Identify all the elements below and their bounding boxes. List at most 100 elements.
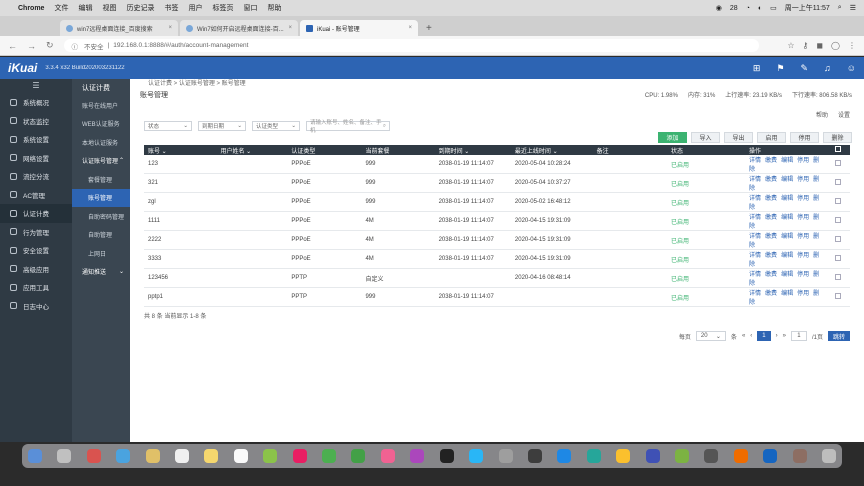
detail-link[interactable]: 详情 bbox=[749, 196, 761, 202]
tab-ikuai[interactable]: iKuai - 账号管理 × bbox=[300, 20, 418, 36]
search-input[interactable]: 请输入账号、姓名、备注、手机 ⌕ bbox=[306, 120, 390, 134]
profile-icon[interactable]: ◯ bbox=[831, 41, 840, 50]
app-icon-3[interactable] bbox=[645, 449, 660, 463]
sidebar-item-auth[interactable]: 认证计费 bbox=[0, 204, 72, 223]
col-last-online[interactable]: 最近上线时间 ⌄ bbox=[510, 145, 593, 155]
auth-type-filter[interactable]: 认证类型 ⌄ bbox=[252, 121, 300, 131]
appstore-icon[interactable] bbox=[469, 449, 484, 463]
facetime-icon[interactable] bbox=[351, 449, 366, 463]
pay-link[interactable]: 缴费 bbox=[765, 291, 777, 297]
app-icon-5[interactable] bbox=[733, 449, 748, 463]
sidebar-item-monitor[interactable]: 状态监控 bbox=[0, 112, 72, 131]
subnav-group-account[interactable]: 认证账号管理 ⌃ bbox=[72, 152, 130, 171]
disable-link[interactable]: 停用 bbox=[797, 291, 809, 297]
prev-page-icon[interactable]: ‹ bbox=[750, 333, 752, 339]
chrome-icon[interactable] bbox=[616, 449, 631, 463]
battery-icon[interactable]: ▭ bbox=[770, 4, 777, 12]
sidebar-item-behavior[interactable]: 行为管理 bbox=[0, 223, 72, 242]
detail-link[interactable]: 详情 bbox=[749, 291, 761, 297]
key-icon[interactable]: ⚷ bbox=[803, 41, 809, 50]
subnav-item-local-auth[interactable]: 本地认证服务 bbox=[72, 133, 130, 152]
import-button[interactable]: 导入 bbox=[691, 132, 720, 143]
mail-icon[interactable] bbox=[145, 449, 160, 463]
podcasts-icon[interactable] bbox=[410, 449, 425, 463]
reload-icon[interactable]: ↻ bbox=[46, 40, 54, 51]
detail-link[interactable]: 详情 bbox=[749, 215, 761, 221]
close-icon[interactable]: × bbox=[168, 25, 172, 31]
detail-link[interactable]: 详情 bbox=[749, 177, 761, 183]
subnav-group-notify[interactable]: 通知推送 ⌄ bbox=[72, 263, 130, 282]
subnav-item-self[interactable]: 自助管理 bbox=[72, 226, 130, 245]
app-icon-4[interactable] bbox=[704, 449, 719, 463]
more-icon[interactable]: ⋮ bbox=[848, 41, 856, 50]
detail-link[interactable]: 详情 bbox=[749, 234, 761, 240]
ikuai-logo[interactable]: iKuai bbox=[8, 61, 37, 75]
maps-icon[interactable] bbox=[263, 449, 278, 463]
photos-icon[interactable] bbox=[292, 449, 307, 463]
search-icon[interactable]: ⌕ bbox=[838, 4, 842, 12]
subnav-item-package[interactable]: 套餐管理 bbox=[72, 170, 130, 189]
pay-link[interactable]: 缴费 bbox=[765, 158, 777, 164]
sidebar-item-flow[interactable]: 流控分流 bbox=[0, 167, 72, 186]
col-expire[interactable]: 到期时间 ⌄ bbox=[434, 145, 511, 155]
sidebar-item-tools[interactable]: 应用工具 bbox=[0, 278, 72, 297]
warning-icon[interactable]: ⓘ bbox=[72, 41, 79, 51]
enable-button[interactable]: 启用 bbox=[757, 132, 786, 143]
settings-link[interactable]: 设置 bbox=[838, 110, 850, 119]
menu-people[interactable]: 用户 bbox=[188, 3, 202, 13]
detail-link[interactable]: 详情 bbox=[749, 158, 761, 164]
disable-link[interactable]: 停用 bbox=[797, 272, 809, 278]
extension-icon[interactable]: ◼ bbox=[816, 41, 823, 50]
pay-link[interactable]: 缴费 bbox=[765, 253, 777, 259]
detail-link[interactable]: 详情 bbox=[749, 253, 761, 259]
row-checkbox[interactable] bbox=[834, 293, 841, 299]
edit-link[interactable]: 编辑 bbox=[781, 291, 793, 297]
terminal-icon[interactable] bbox=[527, 449, 542, 463]
search-icon[interactable]: ⌕ bbox=[383, 123, 386, 130]
disable-link[interactable]: 停用 bbox=[797, 253, 809, 259]
close-icon[interactable]: × bbox=[408, 25, 412, 31]
edit-link[interactable]: 编辑 bbox=[781, 272, 793, 278]
subnav-item-selfpwd[interactable]: 自助密码管理 bbox=[72, 207, 130, 226]
delete-button[interactable]: 删除 bbox=[823, 132, 852, 143]
pay-link[interactable]: 缴费 bbox=[765, 196, 777, 202]
hamburger-icon[interactable]: ☰ bbox=[0, 79, 72, 93]
row-checkbox[interactable] bbox=[834, 255, 841, 261]
app-icon-6[interactable] bbox=[763, 449, 778, 463]
wifi-icon[interactable]: ◔ bbox=[746, 5, 750, 12]
menu-list-icon[interactable]: ☰ bbox=[850, 4, 856, 12]
tab-baidu[interactable]: win7远程桌面连接_百度搜索 × bbox=[60, 20, 178, 36]
menu-window[interactable]: 窗口 bbox=[243, 3, 257, 13]
wechat-icon[interactable]: ◉ bbox=[716, 4, 722, 12]
col-account[interactable]: 账号 ⌄ bbox=[144, 145, 217, 155]
detail-link[interactable]: 详情 bbox=[749, 272, 761, 278]
messages-icon[interactable] bbox=[322, 449, 337, 463]
jump-page-input[interactable]: 1 bbox=[790, 331, 807, 341]
finder-icon[interactable] bbox=[28, 449, 42, 463]
edit-link[interactable]: 编辑 bbox=[781, 158, 793, 164]
grid-icon[interactable]: ⊞ bbox=[753, 63, 761, 74]
trash-icon[interactable] bbox=[821, 449, 836, 463]
disable-button[interactable]: 停用 bbox=[790, 132, 819, 143]
launchpad-icon[interactable] bbox=[86, 449, 101, 463]
last-page-icon[interactable]: » bbox=[783, 333, 786, 339]
star-icon[interactable]: ☆ bbox=[787, 41, 794, 50]
edit-link[interactable]: 编辑 bbox=[781, 234, 793, 240]
reminders-icon[interactable] bbox=[233, 449, 248, 463]
pay-link[interactable]: 缴费 bbox=[765, 215, 777, 221]
user-icon[interactable]: ☺ bbox=[847, 63, 856, 74]
sidebar-item-ac[interactable]: AC管理 bbox=[0, 186, 72, 205]
close-icon[interactable]: × bbox=[288, 25, 292, 31]
tab-win7[interactable]: Win7如何开启远程桌面连接-百... × bbox=[180, 20, 298, 36]
edit-link[interactable]: 编辑 bbox=[781, 253, 793, 259]
subnav-item-web-auth[interactable]: WEB认证服务 bbox=[72, 115, 130, 134]
disable-link[interactable]: 停用 bbox=[797, 158, 809, 164]
select-all-checkbox[interactable] bbox=[834, 146, 841, 152]
add-button[interactable]: 添加 bbox=[658, 132, 687, 143]
tag-icon[interactable]: ✎ bbox=[801, 63, 809, 74]
next-page-icon[interactable]: › bbox=[776, 333, 778, 339]
row-checkbox[interactable] bbox=[834, 236, 841, 242]
safari-icon[interactable] bbox=[116, 449, 131, 463]
expire-filter[interactable]: 到期日期 ⌄ bbox=[198, 121, 246, 131]
sidebar-item-security[interactable]: 安全设置 bbox=[0, 241, 72, 260]
